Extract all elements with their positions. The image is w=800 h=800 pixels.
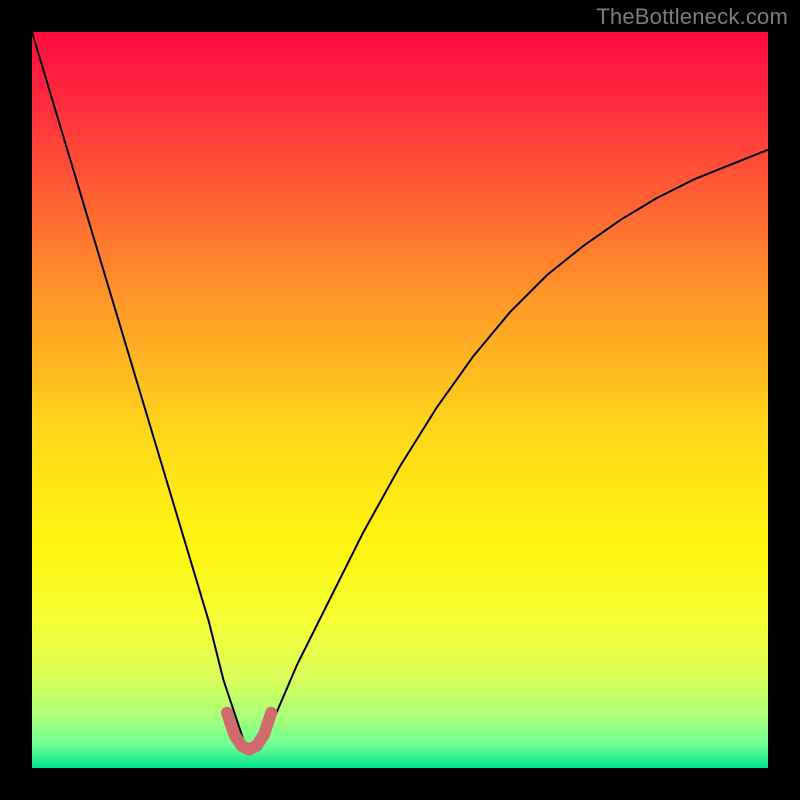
highlight-marker xyxy=(32,32,768,768)
plot-area xyxy=(32,32,768,768)
chart-frame: TheBottleneck.com xyxy=(0,0,800,800)
watermark-text: TheBottleneck.com xyxy=(596,4,788,30)
